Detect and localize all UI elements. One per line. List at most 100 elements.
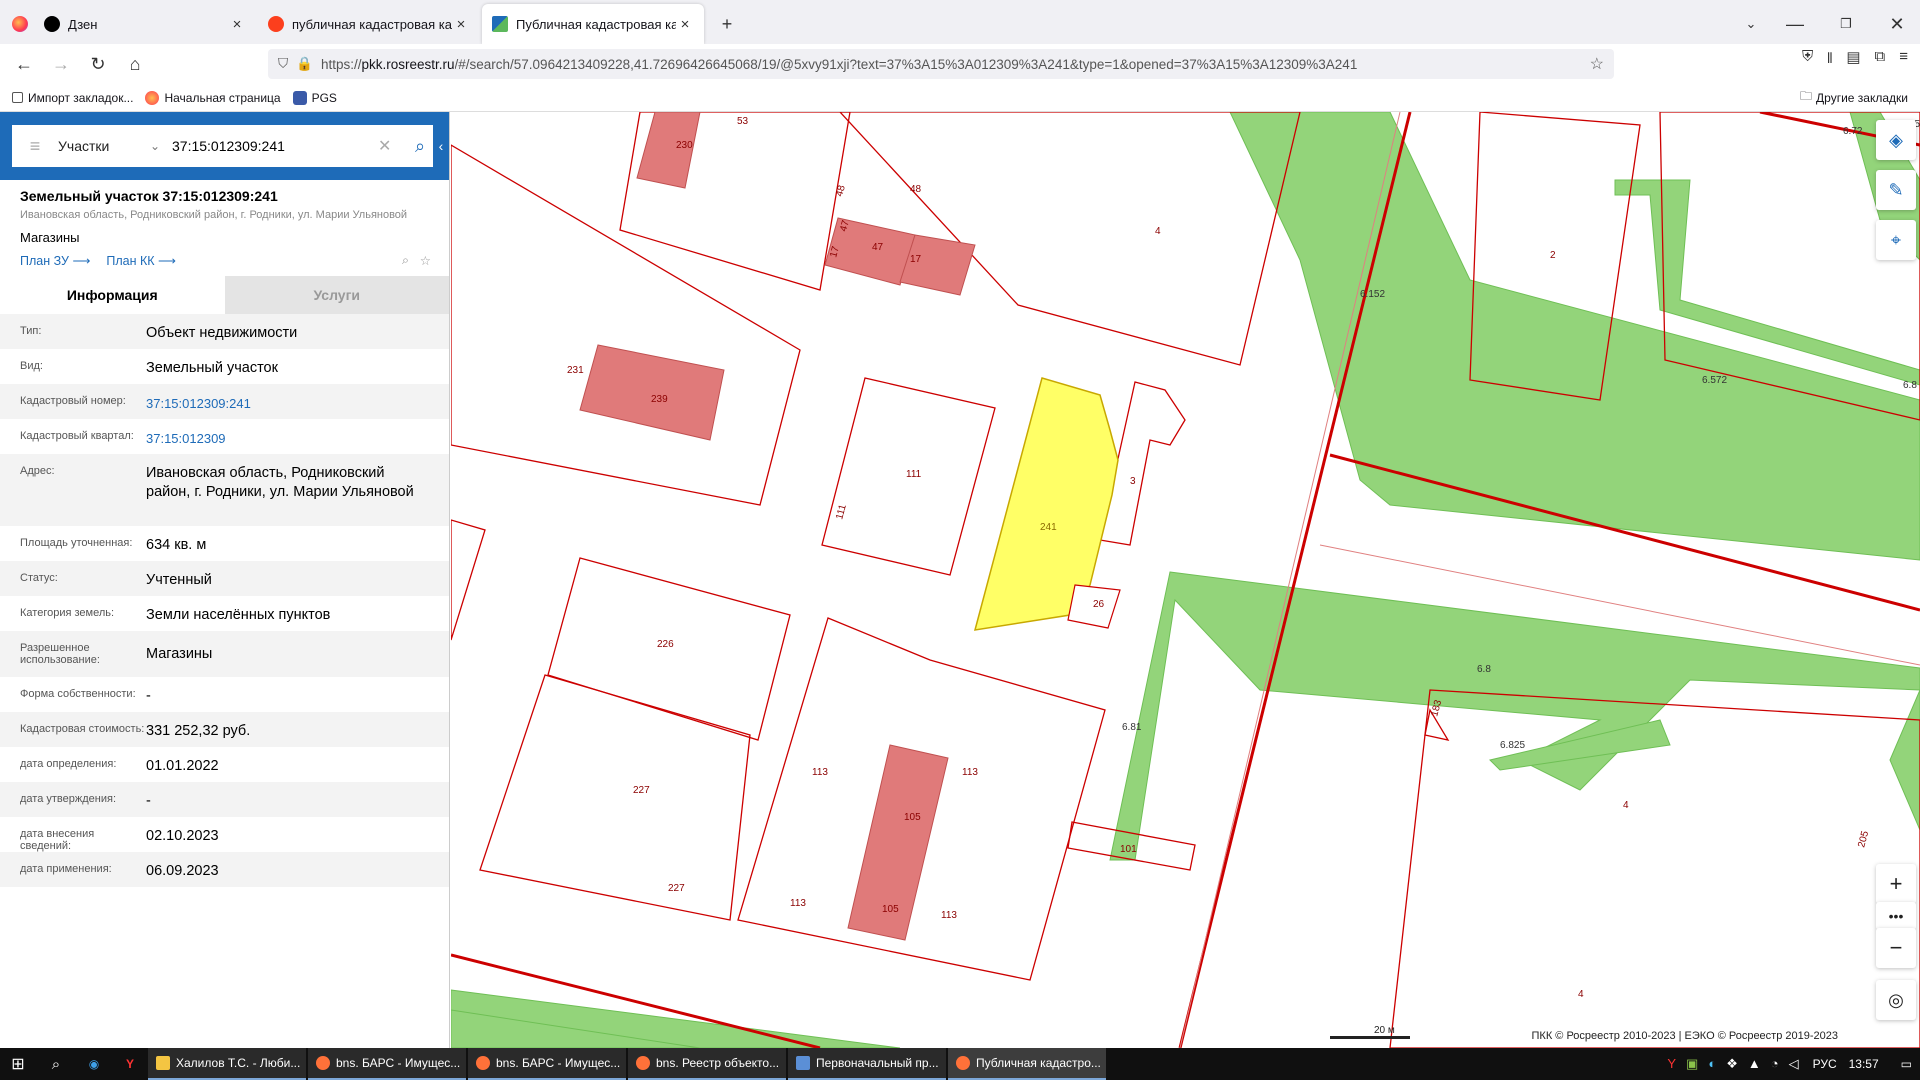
row-value: 331 252,32 руб. [146,723,251,739]
windows-start-icon[interactable]: ⊞ [0,1054,36,1074]
tab-dzen[interactable]: Дзен × [34,4,256,44]
tab-info[interactable]: Информация [0,276,225,314]
new-tab-button[interactable]: + [711,8,743,40]
wifi-icon[interactable]: ◔ [1771,1056,1779,1072]
cadastral-quarter-link[interactable]: 37:15:012309 [146,431,226,446]
taskbar-label: bns. БАРС - Имущес... [496,1056,621,1070]
ruler-icon[interactable]: ✎ [1876,170,1916,210]
library-icon[interactable]: 𝍪 [1827,48,1832,73]
edge-icon[interactable]: ◉ [76,1057,112,1071]
clock[interactable]: 13:57 [1849,1057,1879,1071]
row-value: 06.09.2023 [146,863,219,879]
row-key: дата применения: [20,863,112,875]
zoom-more-icon[interactable]: ••• [1876,902,1916,930]
url-prefix: https:// [320,56,362,72]
firefox-icon [956,1056,970,1070]
cadastral-number-link[interactable]: 37:15:012309:241 [146,396,251,411]
search-icon[interactable]: ⌕ [36,1056,76,1073]
pocket-icon[interactable]: ⛨ [1802,48,1813,73]
menu-icon[interactable]: ≡ [1899,48,1908,73]
compass-icon[interactable]: ◎ [1876,980,1916,1020]
info-panel: ≡ Участки ⌄ 37:15:012309:241 ✕ ⌕ ‹ Земел… [0,112,450,1048]
folder-icon [156,1056,170,1070]
search-type-select[interactable]: Участки [58,138,150,154]
map-label: 205 [1856,829,1871,848]
tab-pkk[interactable]: Публичная кадастровая карта × [482,4,704,44]
clear-icon[interactable]: ✕ [378,136,402,156]
window-close-icon[interactable]: ✕ [1874,8,1920,40]
taskbar-item[interactable]: Публичная кадастро... [948,1048,1106,1080]
plan-kk-label: План КК [106,254,155,268]
row-key: Кадастровая стоимость: [20,723,145,735]
zoom-to-icon[interactable]: ⌕ [402,253,409,268]
forward-icon[interactable]: → [45,48,77,80]
zoom-in-button[interactable]: + [1876,864,1916,904]
row-value: Магазины [146,646,213,662]
table-row: Площадь уточненная: 634 кв. м [0,526,449,561]
row-value: - [146,793,151,809]
folder-icon: 🗀 [1800,89,1813,103]
plan-kk-link[interactable]: План КК ⟶ [106,253,176,268]
tray-icon[interactable]: Y [1667,1056,1676,1072]
layers-icon[interactable]: ◈ [1876,120,1916,160]
map-canvas[interactable]: 53 230 48 48 47 47 17 17 4 6.152 2 6.572… [451,112,1920,1048]
search-bar: ≡ Участки ⌄ 37:15:012309:241 ✕ ⌕ ‹ [0,112,449,180]
url-bar[interactable]: ⛉ 🔒 https://pkk.rosreestr.ru/#/search/57… [268,49,1614,79]
reload-icon[interactable]: ↻ [82,48,114,80]
lock-icon[interactable]: 🔒 [296,56,313,72]
taskbar-item[interactable]: bns. Реестр объекто... [628,1048,786,1080]
zoom-out-button[interactable]: − [1876,928,1916,968]
taskbar-item[interactable]: Первоначальный пр... [788,1048,946,1080]
table-row: дата внесения сведений: 02.10.2023 [0,817,449,852]
firefox-menu-icon[interactable] [6,8,34,40]
tray-icon[interactable]: ▣ [1686,1056,1698,1072]
language-indicator[interactable]: РУС [1813,1057,1837,1071]
map-label: 48 [910,184,922,195]
emblem-icon [292,90,307,105]
close-icon[interactable]: × [452,16,470,33]
bookmark-import[interactable]: Импорт закладок... [12,91,133,105]
sidebar-icon[interactable]: ▤ [1846,48,1860,73]
back-icon[interactable]: ← [8,48,40,80]
tray-icon[interactable]: ◐ [1708,1056,1716,1072]
close-icon[interactable]: × [676,16,694,33]
restore-icon[interactable]: ❐ [1823,8,1869,40]
taskbar-item[interactable]: Халилов Т.С. - Люби... [148,1048,306,1080]
close-icon[interactable]: × [228,16,246,33]
bookmark-pgs[interactable]: PGS [292,90,337,105]
cadastral-map[interactable]: 53 230 48 48 47 47 17 17 4 6.152 2 6.572… [451,112,1920,1048]
tab-yandex[interactable]: публичная кадастровая карта × [258,4,480,44]
plan-zu-link[interactable]: План ЗУ ⟶ [20,253,90,268]
search-input[interactable]: 37:15:012309:241 [172,138,378,154]
chevron-down-icon[interactable]: ⌄ [150,139,172,153]
collapse-panel-button[interactable]: ‹ [433,112,449,180]
locate-icon[interactable]: ⌖ [1876,220,1916,260]
home-icon[interactable]: ⌂ [119,48,151,80]
yandex-browser-icon[interactable]: Y [112,1057,148,1071]
taskbar-item[interactable]: bns. БАРС - Имущес... [468,1048,626,1080]
notifications-icon[interactable]: ▭ [1901,1057,1912,1071]
map-label: 2 [1550,250,1556,261]
extensions-icon[interactable]: ⧉ [1875,48,1886,73]
row-value: 01.01.2022 [146,758,219,774]
bookmark-star-icon[interactable]: ☆ [1590,54,1604,74]
map-label: 4 [1578,989,1584,1000]
tray-icon[interactable]: ▲ [1748,1056,1761,1072]
volume-icon[interactable]: ◁ [1789,1056,1799,1072]
minimize-icon[interactable]: — [1772,8,1818,40]
tray-icon[interactable]: ❖ [1726,1056,1738,1072]
scale-bar-line [1330,1036,1410,1039]
hamburger-icon[interactable]: ≡ [12,136,58,157]
row-key: Кадастровый номер: [20,395,126,407]
list-tabs-icon[interactable]: ⌄ [1735,8,1767,40]
table-row: Категория земель: Земли населённых пункто… [0,596,449,631]
row-key: Площадь уточненная: [20,537,133,549]
bookmark-home[interactable]: Начальная страница [145,90,281,105]
favorite-star-icon[interactable]: ☆ [420,253,431,268]
tab-services[interactable]: Услуги [224,276,449,314]
map-label: 6.81 [1122,722,1142,733]
other-bookmarks[interactable]: 🗀 Другие закладки [1800,87,1908,108]
taskbar-item[interactable]: bns. БАРС - Имущес... [308,1048,466,1080]
shield-icon[interactable]: ⛉ [278,56,288,72]
parcel-address: Ивановская область, Родниковский район, … [20,209,408,221]
